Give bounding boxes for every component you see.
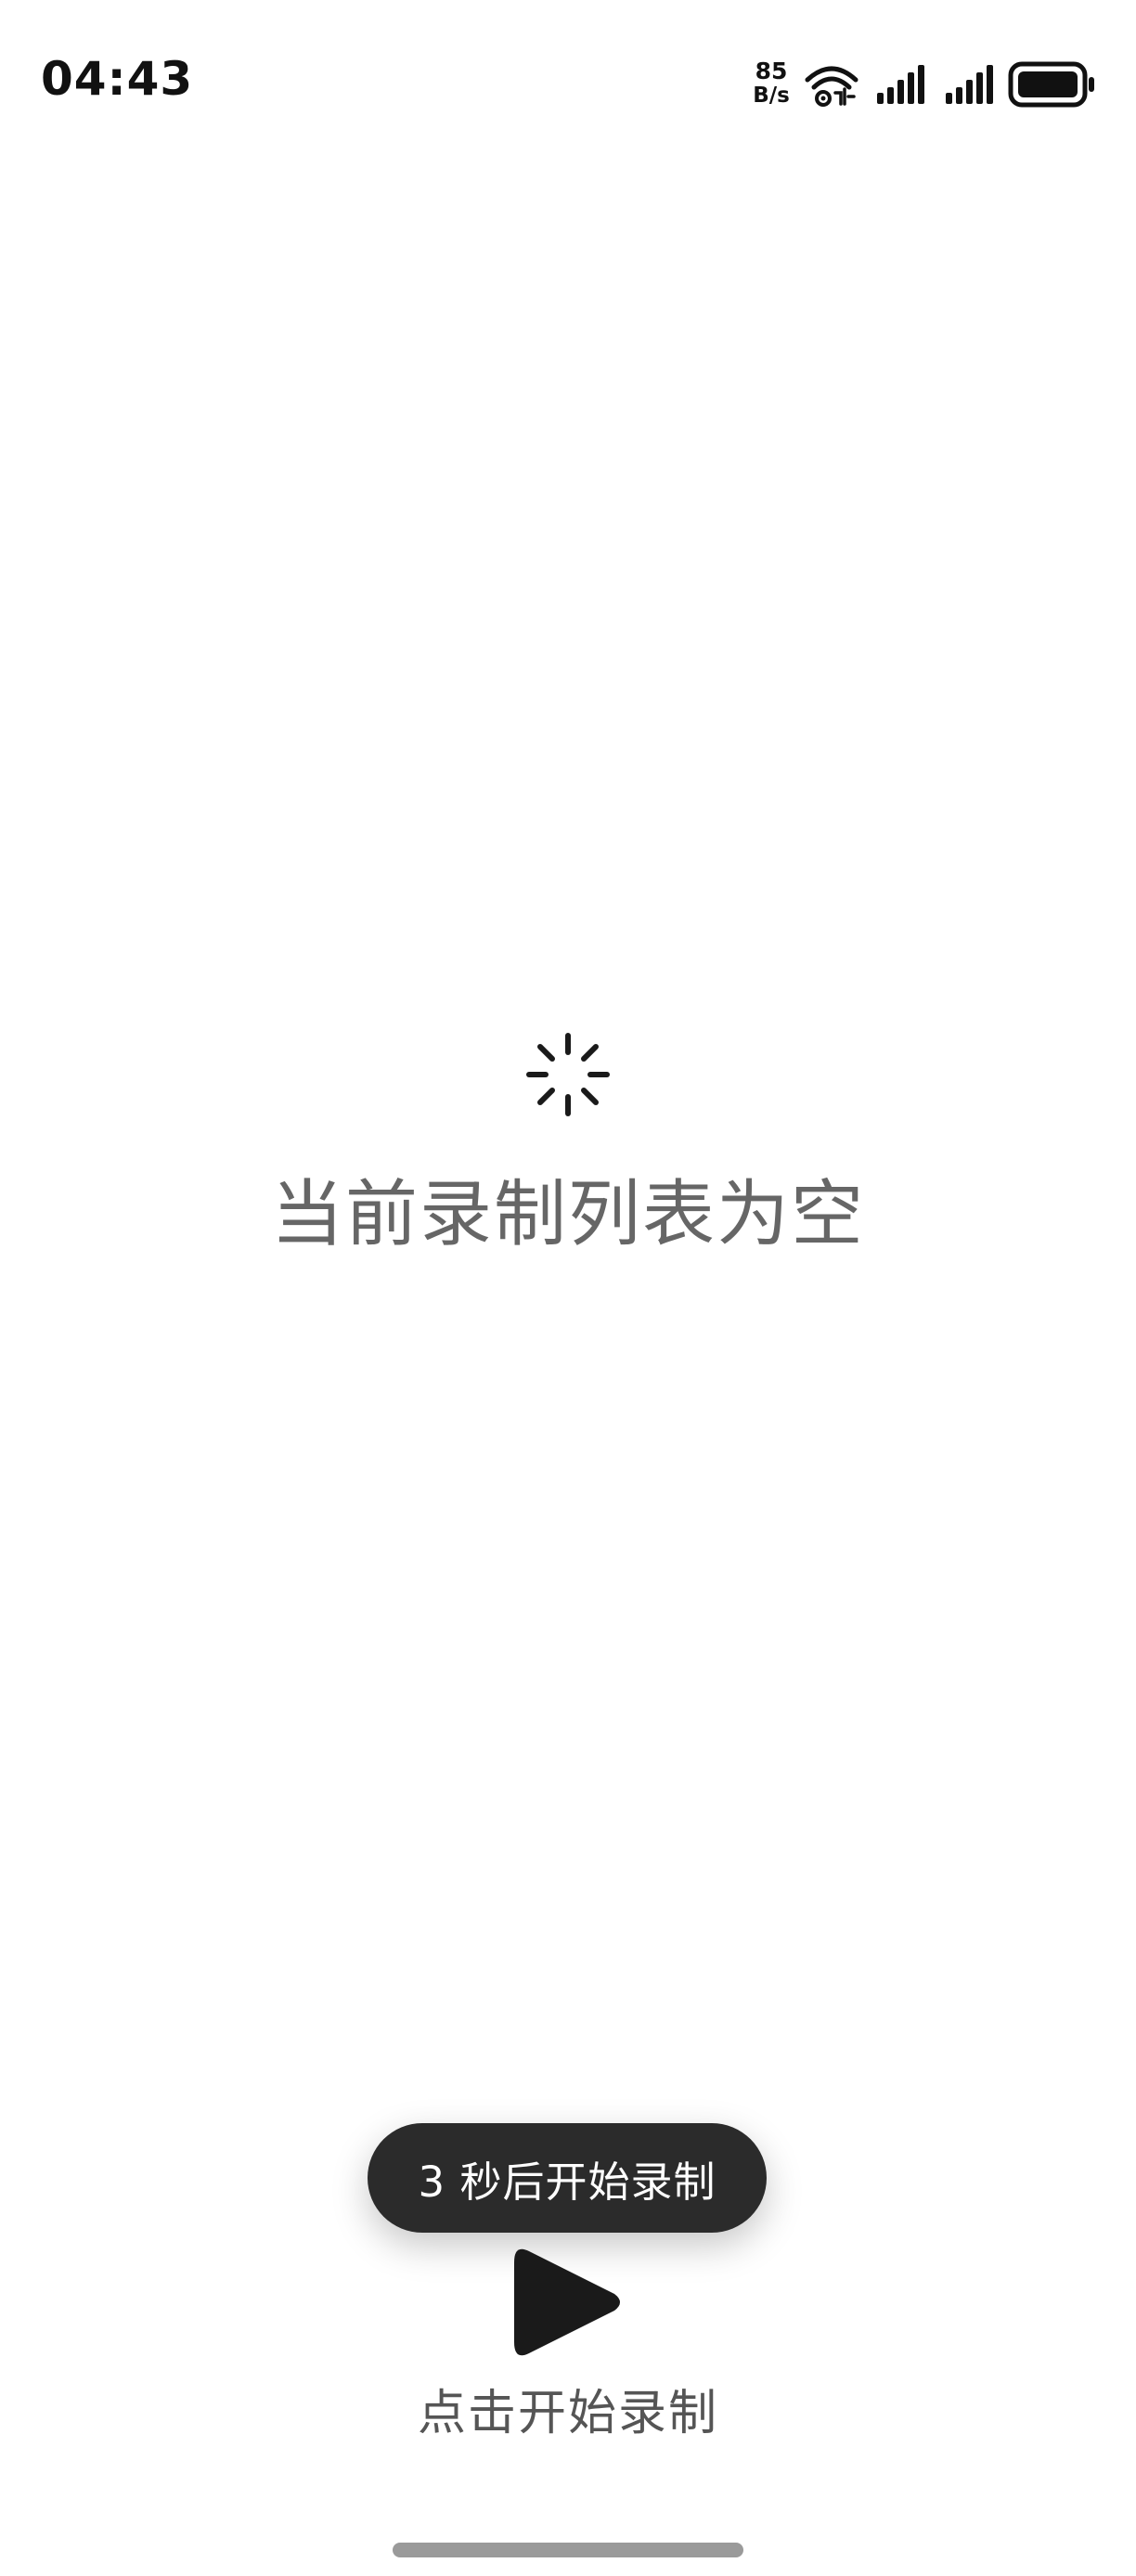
network-speed-unit: B/s (753, 84, 790, 108)
wifi-icon (805, 66, 858, 107)
countdown-toast: 3 秒后开始录制 (368, 2123, 767, 2233)
home-indicator[interactable] (393, 2543, 743, 2557)
network-speed-value: 85 (755, 58, 788, 84)
signal-icon (877, 65, 924, 104)
status-time: 04:43 (41, 52, 194, 106)
network-speed: 85 B/s (748, 58, 794, 109)
status-bar: 04:43 85 B/s (0, 0, 1136, 158)
play-icon[interactable] (510, 2242, 626, 2363)
loading-spinner-icon (526, 1033, 610, 1116)
signal-icon (946, 65, 993, 104)
start-recording-label[interactable]: 点击开始录制 (0, 2374, 1136, 2443)
empty-list-message: 当前录制列表为空 (270, 1173, 865, 1256)
battery-icon (1008, 61, 1094, 108)
empty-state: 当前录制列表为空 (0, 1030, 1136, 1260)
